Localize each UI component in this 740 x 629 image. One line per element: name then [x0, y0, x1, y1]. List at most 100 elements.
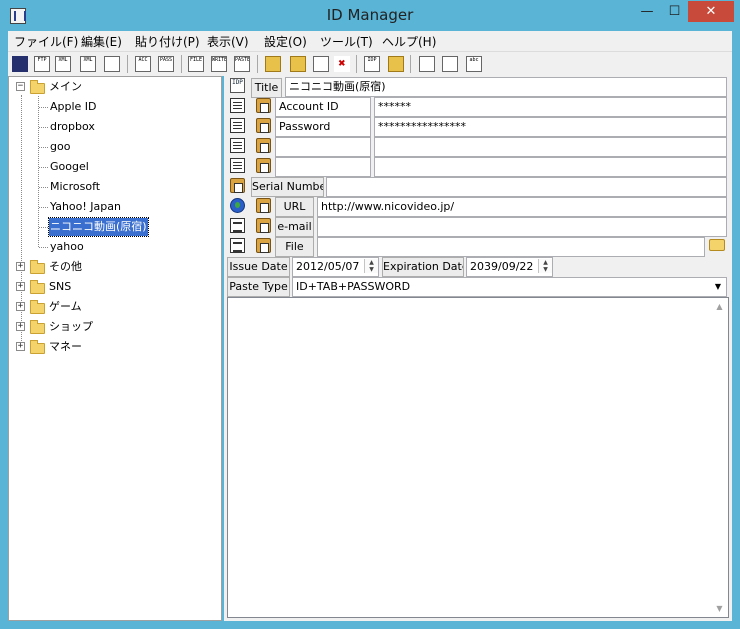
- window-list-icon[interactable]: [442, 56, 458, 72]
- expand-icon[interactable]: +: [16, 262, 25, 271]
- tree-item-yahoo-japan[interactable]: Yahoo! Japan: [9, 198, 221, 216]
- minimize-button[interactable]: —: [633, 1, 661, 22]
- clipboard-icon[interactable]: [256, 98, 271, 113]
- close-button[interactable]: ✕: [688, 1, 734, 22]
- serial-number-label-button[interactable]: Serial Numbe: [251, 177, 324, 197]
- xml-import-icon[interactable]: XML: [55, 56, 71, 72]
- document-icon[interactable]: [230, 138, 245, 153]
- menu-paste[interactable]: 貼り付け(P): [135, 33, 200, 50]
- custom-field-2[interactable]: [374, 157, 727, 177]
- write-icon[interactable]: WRITE: [211, 56, 227, 72]
- tree-folder-sns[interactable]: + SNS: [9, 278, 221, 296]
- ftp-icon[interactable]: FTP: [34, 56, 50, 72]
- notes-textarea[interactable]: ▲ ▼: [227, 297, 729, 618]
- tree-folder-money[interactable]: + マネー: [9, 338, 221, 356]
- toolbar: FTP XML XML ACC PASS FILE WRITE PASTE ✖ …: [8, 51, 732, 76]
- clipboard-icon[interactable]: [256, 218, 271, 233]
- tree-item-label: Apple ID: [50, 100, 97, 113]
- document-icon[interactable]: [230, 158, 245, 173]
- title-field[interactable]: ニコニコ動画(原宿): [285, 77, 727, 97]
- tree-folder-shop[interactable]: + ショップ: [9, 318, 221, 336]
- window-title: ID Manager: [326, 6, 414, 24]
- paste-icon[interactable]: PASTE: [234, 56, 250, 72]
- password-field[interactable]: ****************: [374, 117, 727, 137]
- serial-number-field[interactable]: [326, 177, 727, 197]
- document-icon[interactable]: [230, 98, 245, 113]
- expand-icon[interactable]: +: [16, 322, 25, 331]
- save-icon[interactable]: [12, 56, 28, 72]
- custom-label-1[interactable]: [275, 137, 371, 157]
- open-folder-icon[interactable]: [709, 239, 725, 251]
- expand-icon[interactable]: +: [16, 342, 25, 351]
- new-item-icon[interactable]: [313, 56, 329, 72]
- chevron-down-icon[interactable]: ▼: [710, 278, 726, 296]
- copy-account-icon[interactable]: ACC: [135, 56, 151, 72]
- tree-item-dropbox[interactable]: dropbox: [9, 118, 221, 136]
- tree-item-niconico[interactable]: ニコニコ動画(原宿): [9, 217, 221, 237]
- tree-item-googel[interactable]: Googel: [9, 158, 221, 176]
- password-label[interactable]: Password: [275, 117, 371, 137]
- account-id-label[interactable]: Account ID: [275, 97, 371, 117]
- account-id-field[interactable]: ******: [374, 97, 727, 117]
- tree-folder-other[interactable]: + その他: [9, 258, 221, 276]
- menu-help[interactable]: ヘルプ(H): [382, 33, 436, 50]
- file-icon[interactable]: FILE: [188, 56, 204, 72]
- document-icon[interactable]: [230, 118, 245, 133]
- menu-tools[interactable]: ツール(T): [320, 33, 373, 50]
- print-icon[interactable]: [104, 56, 120, 72]
- toolbar-separator: [127, 55, 128, 73]
- scroll-up-icon[interactable]: ▲: [711, 298, 728, 315]
- idp-icon[interactable]: IDP: [364, 56, 380, 72]
- tree-item-yahoo[interactable]: yahoo: [9, 238, 221, 256]
- clipboard-icon[interactable]: [256, 138, 271, 153]
- custom-label-2[interactable]: [275, 157, 371, 177]
- clipboard-icon[interactable]: [256, 238, 271, 253]
- globe-icon[interactable]: [230, 198, 245, 213]
- email-label-button[interactable]: e-mail: [275, 217, 314, 237]
- menu-edit[interactable]: 編集(E): [81, 33, 122, 50]
- screen-keyboard-icon[interactable]: abc: [466, 56, 482, 72]
- tree-item-microsoft[interactable]: Microsoft: [9, 178, 221, 196]
- toolbar-separator: [257, 55, 258, 73]
- tree-item-label: その他: [49, 260, 82, 273]
- lock-icon[interactable]: [388, 56, 404, 72]
- notes-scrollbar[interactable]: ▲ ▼: [711, 298, 728, 617]
- maximize-button[interactable]: ☐: [661, 1, 688, 22]
- file-card-icon[interactable]: [230, 238, 245, 253]
- folder-tree[interactable]: − メイン Apple ID dropbox goo Googel Micros…: [8, 76, 222, 621]
- new-subfolder-icon[interactable]: [290, 56, 306, 72]
- clipboard-icon[interactable]: [256, 158, 271, 173]
- email-field[interactable]: [317, 217, 727, 237]
- window-lock-icon[interactable]: [419, 56, 435, 72]
- tree-folder-game[interactable]: + ゲーム: [9, 298, 221, 316]
- issue-date-spinner[interactable]: ▲ ▼: [364, 259, 378, 273]
- menu-settings[interactable]: 設定(O): [264, 33, 307, 50]
- tree-item-main[interactable]: − メイン: [9, 78, 221, 96]
- menu-view[interactable]: 表示(V): [207, 33, 249, 50]
- mail-card-icon[interactable]: [230, 218, 245, 233]
- expiration-date-spinner[interactable]: ▲ ▼: [538, 259, 552, 273]
- menu-file[interactable]: ファイル(F): [14, 33, 78, 50]
- clipboard-icon[interactable]: [230, 178, 245, 193]
- idp-icon[interactable]: IDP: [230, 78, 245, 93]
- clipboard-icon[interactable]: [256, 198, 271, 213]
- tree-item-goo[interactable]: goo: [9, 138, 221, 156]
- clipboard-icon[interactable]: [256, 118, 271, 133]
- url-label-button[interactable]: URL: [275, 197, 314, 217]
- copy-password-icon[interactable]: PASS: [158, 56, 174, 72]
- scroll-down-icon[interactable]: ▼: [711, 600, 728, 617]
- delete-icon[interactable]: ✖: [334, 56, 350, 72]
- file-label-button[interactable]: File: [275, 237, 314, 257]
- expand-icon[interactable]: +: [16, 302, 25, 311]
- tree-item-apple-id[interactable]: Apple ID: [9, 98, 221, 116]
- custom-field-1[interactable]: [374, 137, 727, 157]
- new-folder-icon[interactable]: [265, 56, 281, 72]
- url-field[interactable]: http://www.nicovideo.jp/: [317, 197, 727, 217]
- file-field[interactable]: [317, 237, 705, 257]
- expand-icon[interactable]: +: [16, 282, 25, 291]
- title-label-button[interactable]: Title: [251, 78, 282, 98]
- title-bar[interactable]: ID Manager — ☐ ✕: [0, 0, 740, 32]
- xml-export-icon[interactable]: XML: [80, 56, 96, 72]
- paste-type-select[interactable]: ID+TAB+PASSWORD: [292, 277, 727, 297]
- collapse-icon[interactable]: −: [16, 82, 25, 91]
